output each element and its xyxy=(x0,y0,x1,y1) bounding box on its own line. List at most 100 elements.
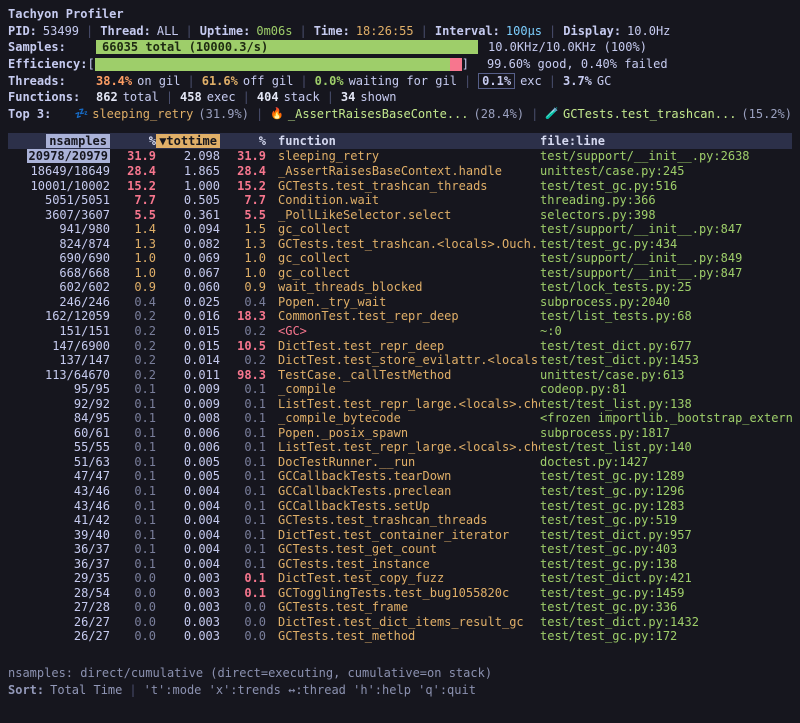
tottime-cell: 0.003 xyxy=(156,629,220,643)
table-row[interactable]: 20978/20979 31.9 2.098 31.9 sleeping_ret… xyxy=(8,149,792,164)
function-cell: GCTests.test_trashcan_threads xyxy=(266,513,540,527)
tottime-cell: 0.004 xyxy=(156,484,220,498)
tottime-cell: 0.060 xyxy=(156,280,220,294)
table-row[interactable]: 26/27 0.0 0.003 0.0 GCTests.test_method … xyxy=(8,629,792,644)
sample-pct-cell: 1.0 xyxy=(110,251,156,265)
table-row[interactable]: 95/95 0.1 0.009 0.1 _compile codeop.py:8… xyxy=(8,382,792,397)
table-row[interactable]: 147/6900 0.2 0.015 10.5 DictTest.test_re… xyxy=(8,338,792,353)
threads-on-gil-desc: on gil xyxy=(137,74,180,88)
efficiency-bar xyxy=(95,58,462,71)
pid-label: PID: xyxy=(8,24,37,38)
table-row[interactable]: 668/668 1.0 0.067 1.0 gc_collect test/su… xyxy=(8,266,792,281)
cumulative-pct-cell: 0.9 xyxy=(220,280,266,294)
file-line-cell: test/test_dict.py:677 xyxy=(540,339,792,353)
table-row[interactable]: 55/55 0.1 0.006 0.1 ListTest.test_repr_l… xyxy=(8,440,792,455)
table-row[interactable]: 10001/10002 15.2 1.000 15.2 GCTests.test… xyxy=(8,178,792,193)
table-row[interactable]: 162/12059 0.2 0.016 18.3 CommonTest.test… xyxy=(8,309,792,324)
file-line-cell: threading.py:366 xyxy=(540,193,792,207)
cumulative-pct-cell: 98.3 xyxy=(220,368,266,382)
sample-pct-cell: 0.0 xyxy=(110,571,156,585)
footer-legend: nsamples: direct/cumulative (direct=exec… xyxy=(8,665,792,682)
table-row[interactable]: 92/92 0.1 0.009 0.1 ListTest.test_repr_l… xyxy=(8,396,792,411)
threads-line: Threads: 38.4%on gil | 61.6%off gil | 0.… xyxy=(8,72,792,89)
table-row[interactable]: 5051/5051 7.7 0.505 7.7 Condition.wait t… xyxy=(8,193,792,208)
column-header-pct2[interactable]: % xyxy=(220,134,266,148)
file-line-cell: test/support/__init__.py:2638 xyxy=(540,149,792,163)
table-row[interactable]: 28/54 0.0 0.003 0.1 GCTogglingTests.test… xyxy=(8,586,792,601)
table-row[interactable]: 824/874 1.3 0.082 1.3 GCTests.test_trash… xyxy=(8,236,792,251)
table-row[interactable]: 151/151 0.2 0.015 0.2 <GC> ~:0 xyxy=(8,324,792,339)
file-line-cell: test/test_gc.py:434 xyxy=(540,237,792,251)
functions-total: 862 xyxy=(96,90,118,104)
file-line-cell: unittest/case.py:245 xyxy=(540,164,792,178)
column-header-pct1[interactable]: % xyxy=(110,134,156,148)
thread-value[interactable]: ALL xyxy=(157,24,179,38)
sleeping-icon: 💤 xyxy=(75,107,89,120)
sample-pct-cell: 0.9 xyxy=(110,280,156,294)
file-line-cell: test/test_dict.py:1453 xyxy=(540,353,792,367)
file-line-cell: test/test_gc.py:336 xyxy=(540,600,792,614)
table-row[interactable]: 246/246 0.4 0.025 0.4 Popen._try_wait su… xyxy=(8,295,792,310)
file-line-cell: test/support/__init__.py:849 xyxy=(540,251,792,265)
nsamples-cell: 162/12059 xyxy=(8,309,110,323)
tottime-cell: 0.067 xyxy=(156,266,220,280)
divider: | xyxy=(292,24,313,38)
sample-pct-cell: 0.2 xyxy=(110,368,156,382)
cumulative-pct-cell: 0.1 xyxy=(220,440,266,454)
table-row[interactable]: 3607/3607 5.5 0.361 5.5 _PollLikeSelecto… xyxy=(8,207,792,222)
key-hints: 't':mode 'x':trends ↔:thread 'h':help 'q… xyxy=(144,683,476,697)
threads-label: Threads: xyxy=(8,74,96,88)
table-row[interactable]: 36/37 0.1 0.004 0.1 GCTests.test_get_cou… xyxy=(8,542,792,557)
table-row[interactable]: 39/40 0.1 0.004 0.1 DictTest.test_contai… xyxy=(8,527,792,542)
file-line-cell: test/test_gc.py:519 xyxy=(540,513,792,527)
function-cell: DictTest.test_container_iterator xyxy=(266,528,540,542)
function-cell: DictTest.test_copy_fuzz xyxy=(266,571,540,585)
table-row[interactable]: 51/63 0.1 0.005 0.1 DocTestRunner.__run … xyxy=(8,455,792,470)
table-row[interactable]: 41/42 0.1 0.004 0.1 GCTests.test_trashca… xyxy=(8,513,792,528)
top3-item-3-pct: (15.2%) xyxy=(741,107,792,121)
table-row[interactable]: 36/37 0.1 0.004 0.1 GCTests.test_instanc… xyxy=(8,556,792,571)
functions-exec: 458 xyxy=(180,90,202,104)
nsamples-cell: 55/55 xyxy=(8,440,110,454)
table-row[interactable]: 18649/18649 28.4 1.865 28.4 _AssertRaise… xyxy=(8,164,792,179)
table-row[interactable]: 43/46 0.1 0.004 0.1 GCCallbackTests.setU… xyxy=(8,498,792,513)
nsamples-cell: 26/27 xyxy=(8,615,110,629)
column-header-tottime[interactable]: ▼tottime xyxy=(156,134,220,148)
table-row[interactable]: 690/690 1.0 0.069 1.0 gc_collect test/su… xyxy=(8,251,792,266)
table-row[interactable]: 113/64670 0.2 0.011 98.3 TestCase._callT… xyxy=(8,367,792,382)
functions-exec-desc: exec xyxy=(207,90,236,104)
table-row[interactable]: 602/602 0.9 0.060 0.9 wait_threads_block… xyxy=(8,280,792,295)
threads-off-gil-desc: off gil xyxy=(243,74,294,88)
function-cell: _AssertRaisesBaseContext.handle xyxy=(266,164,540,178)
sample-pct-cell: 0.1 xyxy=(110,528,156,542)
table-row[interactable]: 26/27 0.0 0.003 0.0 DictTest.test_dict_i… xyxy=(8,615,792,630)
function-cell: GCTests.test_frame xyxy=(266,600,540,614)
table-row[interactable]: 60/61 0.1 0.006 0.1 Popen._posix_spawn s… xyxy=(8,426,792,441)
column-header-file[interactable]: file:line xyxy=(540,134,792,148)
tachyon-profiler-window: Tachyon Profiler PID:53499 | Thread:ALL … xyxy=(0,0,800,723)
divider: | xyxy=(542,74,563,88)
table-row[interactable]: 27/28 0.0 0.003 0.0 GCTests.test_frame t… xyxy=(8,600,792,615)
column-header-nsamples[interactable]: nsamples xyxy=(8,134,110,148)
function-cell: gc_collect xyxy=(266,251,540,265)
nsamples-cell: 10001/10002 xyxy=(8,179,110,193)
table-row[interactable]: 29/35 0.0 0.003 0.1 DictTest.test_copy_f… xyxy=(8,571,792,586)
table-row[interactable]: 137/147 0.2 0.014 0.2 DictTest.test_stor… xyxy=(8,353,792,368)
table-row[interactable]: 941/980 1.4 0.094 1.5 gc_collect test/su… xyxy=(8,222,792,237)
sample-pct-cell: 0.1 xyxy=(110,426,156,440)
interval-label: Interval: xyxy=(435,24,500,38)
function-cell: _compile_bytecode xyxy=(266,411,540,425)
table-row[interactable]: 47/47 0.1 0.005 0.1 GCCallbackTests.tear… xyxy=(8,469,792,484)
column-header-function[interactable]: function xyxy=(266,134,540,148)
top3-line: Top 3: 💤sleeping_retry(31.9%) | 🔥_Assert… xyxy=(8,106,792,123)
sample-pct-cell: 15.2 xyxy=(110,179,156,193)
file-line-cell: test/support/__init__.py:847 xyxy=(540,266,792,280)
cumulative-pct-cell: 0.2 xyxy=(220,353,266,367)
divider: | xyxy=(249,107,270,121)
samples-bar-text: 66035 total (10000.3/s) xyxy=(102,40,268,54)
nsamples-cell: 28/54 xyxy=(8,586,110,600)
cumulative-pct-cell: 0.1 xyxy=(220,397,266,411)
nsamples-cell: 29/35 xyxy=(8,571,110,585)
table-row[interactable]: 84/95 0.1 0.008 0.1 _compile_bytecode <f… xyxy=(8,411,792,426)
table-row[interactable]: 43/46 0.1 0.004 0.1 GCCallbackTests.prec… xyxy=(8,484,792,499)
